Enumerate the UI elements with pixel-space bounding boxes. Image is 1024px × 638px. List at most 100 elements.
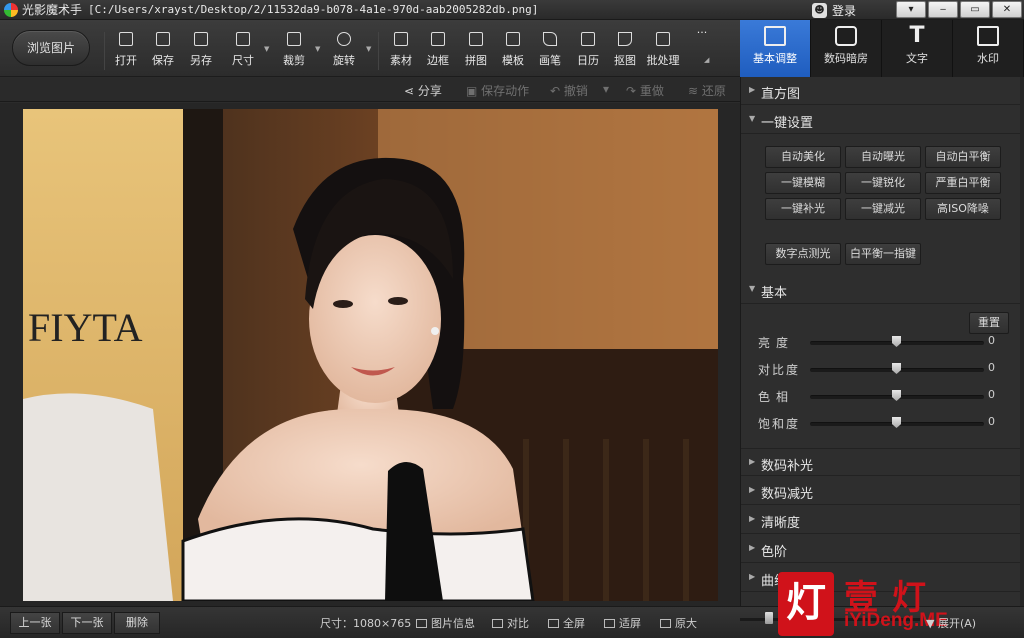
collage-button[interactable]: 拼图 (460, 30, 492, 70)
expand-button[interactable]: ▼ 展开(A) (926, 615, 976, 631)
one-click-sharpen-button[interactable]: 一键锐化 (845, 172, 921, 194)
section-clarity[interactable]: ▶ 清晰度 (741, 506, 1024, 534)
compare-button[interactable]: 对比 (492, 615, 529, 631)
edit-icon (764, 26, 786, 46)
high-iso-denoise-button[interactable]: 高ISO降噪 (925, 198, 1001, 220)
save-icon (156, 32, 170, 46)
save-action-button[interactable]: ▣ 保存动作 (466, 82, 529, 99)
auto-beautify-button[interactable]: 自动美化 (765, 146, 841, 168)
original-size-icon (660, 619, 671, 628)
save-as-button[interactable]: 另存 (185, 30, 217, 70)
save-button[interactable]: 保存 (147, 30, 179, 70)
zoom-slider-thumb[interactable] (765, 612, 773, 624)
material-icon (394, 32, 408, 46)
prev-image-button[interactable]: 上一张 (10, 612, 60, 634)
batch-button[interactable]: 批处理 (645, 30, 681, 70)
white-balance-picker-button[interactable]: 白平衡一指键 (845, 243, 921, 265)
maximize-icon[interactable]: ▭ (960, 1, 990, 18)
template-button[interactable]: 模板 (497, 30, 529, 70)
one-click-fill-light-button[interactable]: 一键补光 (765, 198, 841, 220)
tab-basic-adjust[interactable]: 基本调整 (740, 20, 811, 77)
border-button[interactable]: 边框 (422, 30, 454, 70)
restore-button[interactable]: ≋ 还原 (688, 82, 726, 99)
expand-arrow-icon: ▼ (926, 617, 938, 630)
login-button[interactable]: ☻ 登录 (812, 0, 856, 20)
watermark-icon (977, 26, 999, 46)
collage-icon (469, 32, 483, 46)
border-icon (431, 32, 445, 46)
cutout-icon (618, 32, 632, 46)
expand-arrow-icon: ▶ (749, 543, 756, 552)
section-digital-fill-light[interactable]: ▶ 数码补光 (741, 448, 1024, 476)
undo-button[interactable]: ↶ 撤销 (550, 82, 588, 99)
one-click-reduce-light-button[interactable]: 一键减光 (845, 198, 921, 220)
cutout-button[interactable]: 抠图 (609, 30, 641, 70)
open-button[interactable]: 打开 (110, 30, 142, 70)
material-button[interactable]: 素材 (385, 30, 417, 70)
fullscreen-icon (548, 619, 559, 628)
saturation-slider-thumb[interactable] (892, 417, 901, 428)
section-levels[interactable]: ▶ 色阶 (741, 535, 1024, 563)
section-digital-reduce-light[interactable]: ▶ 数码减光 (741, 477, 1024, 505)
minimize-icon[interactable]: ‒ (928, 1, 958, 18)
open-icon (119, 32, 133, 46)
expand-arrow-icon: ▶ (749, 485, 756, 494)
watermark-lamp-logo: 灯 (778, 572, 834, 636)
hue-slider-row: 色相 0 (758, 388, 995, 404)
resize-button[interactable]: 尺寸 (227, 30, 259, 70)
skin-menu-icon[interactable]: ▾ (896, 1, 926, 18)
resize-icon (236, 32, 250, 46)
more-tools-button[interactable]: ··· (686, 26, 718, 66)
undo-dropdown-arrow[interactable]: ▾ (603, 82, 609, 96)
tab-digital-darkroom[interactable]: 数码暗房 (811, 20, 882, 77)
severe-white-balance-button[interactable]: 严重白平衡 (925, 172, 1001, 194)
fit-screen-button[interactable]: 适屏 (604, 615, 641, 631)
resize-dropdown-arrow[interactable]: ▼ (264, 45, 269, 53)
redo-button[interactable]: ↷ 重做 (626, 82, 664, 99)
contrast-slider-thumb[interactable] (892, 363, 901, 374)
next-image-button[interactable]: 下一张 (62, 612, 112, 634)
tab-text[interactable]: T 文字 (882, 20, 953, 77)
crop-dropdown-arrow[interactable]: ▼ (315, 45, 320, 53)
crop-button[interactable]: 裁剪 (278, 30, 310, 70)
panel-scrollbar[interactable] (1020, 77, 1024, 606)
brush-button[interactable]: 画笔 (534, 30, 566, 70)
more-tools-arrow[interactable]: ◢ (704, 56, 709, 64)
browse-images-button[interactable]: 浏览图片 (12, 30, 90, 66)
image-info-button[interactable]: 图片信息 (416, 615, 475, 631)
rotate-dropdown-arrow[interactable]: ▼ (366, 45, 371, 53)
section-one-click[interactable]: ▼ 一键设置 (741, 106, 1024, 134)
brush-icon (543, 32, 557, 46)
template-icon (506, 32, 520, 46)
edited-photo[interactable]: FIYTA (23, 109, 718, 601)
tab-watermark[interactable]: 水印 (953, 20, 1024, 77)
toolbar-divider (104, 32, 105, 70)
auto-exposure-button[interactable]: 自动曝光 (845, 146, 921, 168)
share-button[interactable]: ⋖ 分享 (404, 82, 442, 99)
auto-white-balance-button[interactable]: 自动白平衡 (925, 146, 1001, 168)
section-histogram[interactable]: ▶ 直方图 (741, 77, 1024, 105)
image-canvas[interactable]: FIYTA (0, 103, 740, 606)
delete-image-button[interactable]: 删除 (114, 612, 160, 634)
spot-metering-button[interactable]: 数字点测光 (765, 243, 841, 265)
one-click-blur-button[interactable]: 一键模糊 (765, 172, 841, 194)
hue-slider-thumb[interactable] (892, 390, 901, 401)
expand-arrow-icon: ▶ (749, 514, 756, 523)
brightness-slider-thumb[interactable] (892, 336, 901, 347)
crop-icon (287, 32, 301, 46)
camera-icon (835, 26, 857, 46)
close-icon[interactable]: ✕ (992, 1, 1022, 18)
rotate-icon (337, 32, 351, 46)
restore-icon: ≋ (688, 84, 702, 98)
fullscreen-button[interactable]: 全屏 (548, 615, 585, 631)
section-basic[interactable]: ▼ 基本 (741, 276, 1024, 304)
title-bar: 光影魔术手 [C:/Users/xrayst/Desktop/2/11532da… (0, 0, 1024, 20)
redo-icon: ↷ (626, 84, 640, 98)
calendar-button[interactable]: 日历 (572, 30, 604, 70)
rotate-button[interactable]: 旋转 (328, 30, 360, 70)
original-size-button[interactable]: 原大 (660, 615, 697, 631)
fiyta-sign-text: FIYTA (28, 305, 143, 350)
undo-icon: ↶ (550, 84, 564, 98)
window-controls: ▾ ‒ ▭ ✕ (896, 1, 1022, 18)
reset-button[interactable]: 重置 (969, 312, 1009, 334)
